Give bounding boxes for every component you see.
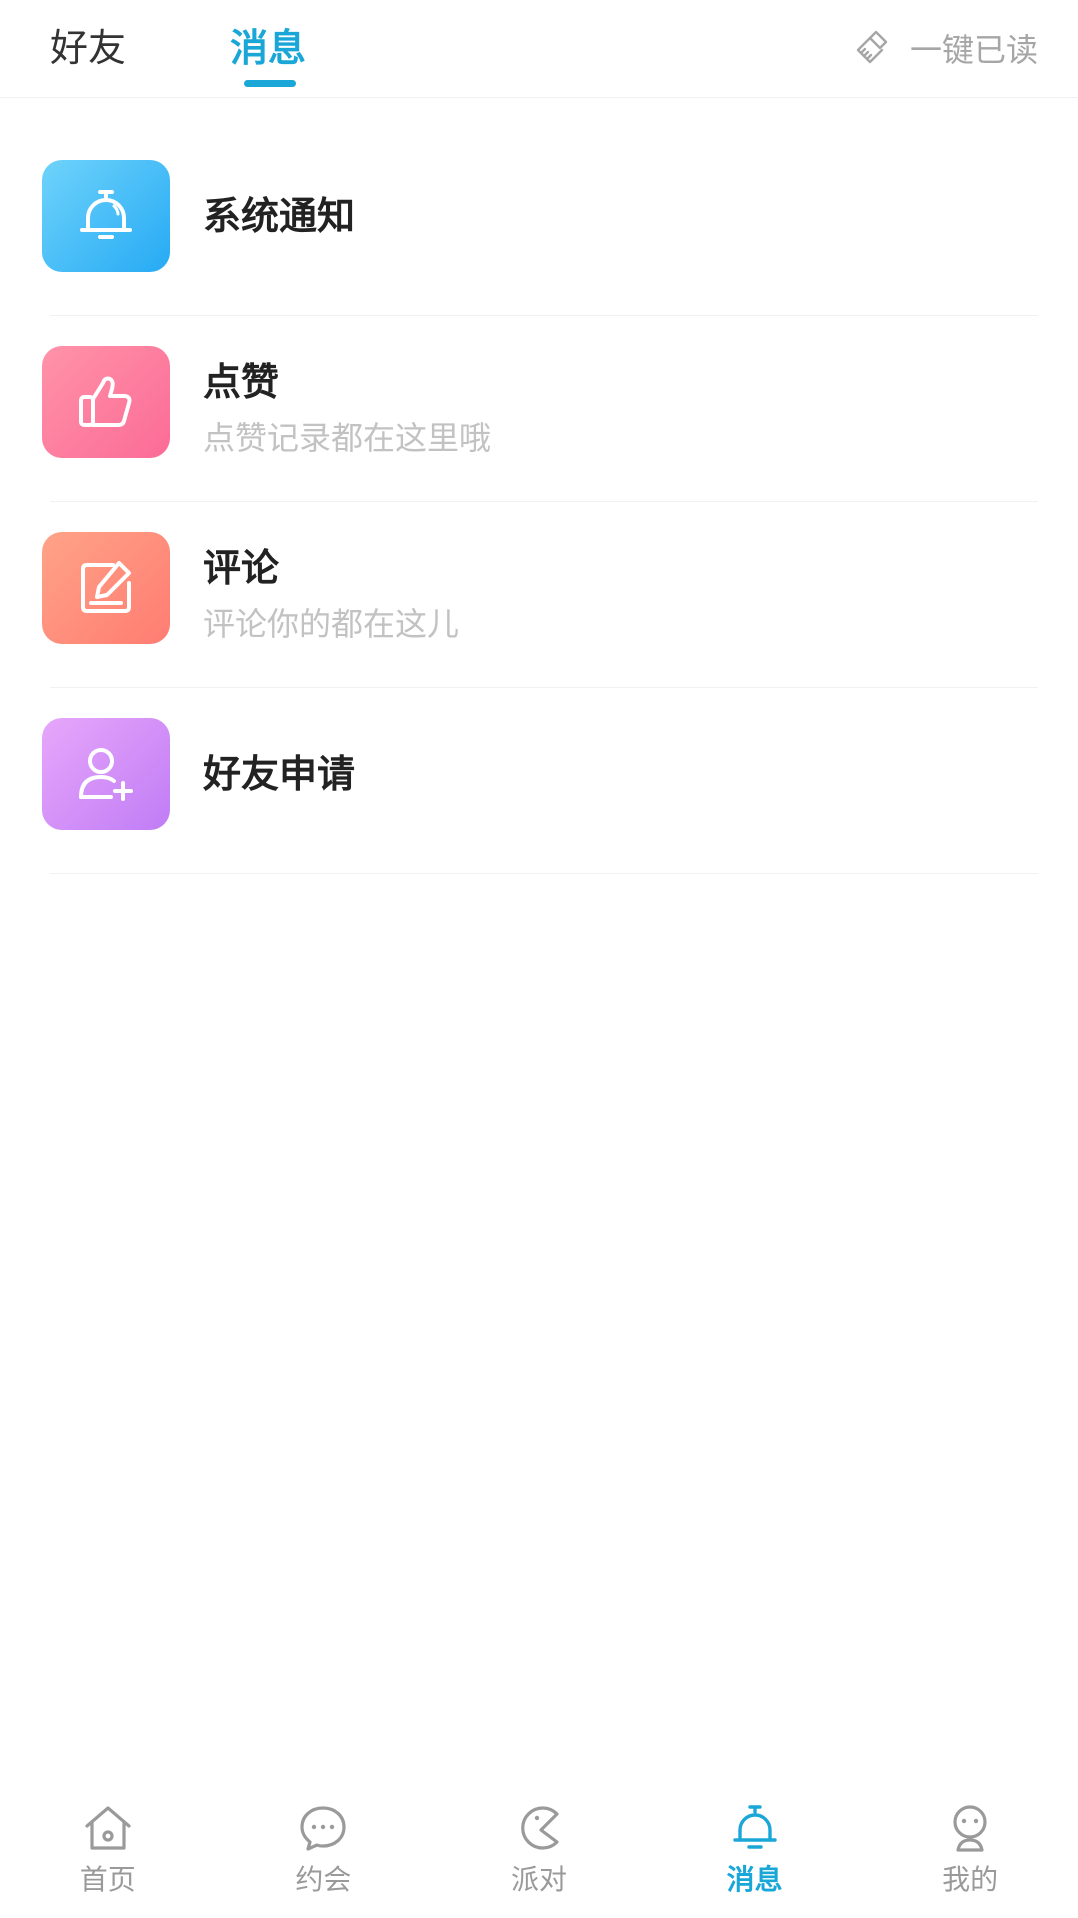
tab-messages[interactable]: 消息 xyxy=(230,22,306,74)
bell-icon xyxy=(732,1805,777,1849)
tab-friends[interactable]: 好友 xyxy=(50,22,126,74)
nav-item-profile[interactable]: 我的 xyxy=(862,1788,1078,1918)
divider xyxy=(50,873,1038,874)
nav-item-messages[interactable]: 消息 xyxy=(647,1788,863,1918)
nav-item-party[interactable]: 派对 xyxy=(431,1788,647,1918)
nav-label: 我的 xyxy=(942,1863,999,1896)
likes-icon-tile xyxy=(42,346,170,458)
nav-label: 约会 xyxy=(295,1863,352,1896)
top-header: 好友 消息 一键已读 xyxy=(0,0,1078,98)
list-item-title: 评论 xyxy=(203,546,280,590)
list-item-system-notice[interactable]: 系统通知 xyxy=(0,130,1078,316)
broom-icon xyxy=(856,30,888,64)
nav-label: 首页 xyxy=(79,1863,136,1896)
add-user-icon xyxy=(79,748,133,801)
nav-item-home[interactable]: 首页 xyxy=(0,1788,216,1918)
active-tab-indicator xyxy=(244,80,296,87)
nav-item-dating[interactable]: 约会 xyxy=(216,1788,432,1918)
edit-icon xyxy=(81,561,131,613)
message-category-list: 系统通知 点赞 点赞记录都在这里哦 评论 评论你的都在这儿 好友申请 xyxy=(0,130,1078,874)
nav-label: 派对 xyxy=(510,1863,567,1896)
pacman-icon xyxy=(521,1806,559,1850)
home-icon xyxy=(85,1806,131,1850)
list-item-title: 点赞 xyxy=(203,360,280,404)
list-item-comments[interactable]: 评论 评论你的都在这儿 xyxy=(0,502,1078,688)
profile-face-icon xyxy=(953,1805,987,1852)
thumbs-up-icon xyxy=(79,376,132,427)
bell-icon xyxy=(80,190,132,239)
comments-icon-tile xyxy=(42,532,170,644)
chat-bubble-icon xyxy=(300,1806,346,1851)
list-item-subtitle: 点赞记录都在这里哦 xyxy=(203,419,492,457)
mark-all-read-button[interactable]: 一键已读 xyxy=(852,22,1038,74)
friend-requests-icon-tile xyxy=(42,718,170,830)
bottom-navigation: 首页 约会 派对 消息 我的 xyxy=(0,1788,1078,1918)
list-item-title: 系统通知 xyxy=(203,194,356,238)
nav-label: 消息 xyxy=(726,1863,783,1896)
list-item-likes[interactable]: 点赞 点赞记录都在这里哦 xyxy=(0,316,1078,502)
mark-all-read-label: 一键已读 xyxy=(909,31,1038,69)
system-notice-icon-tile xyxy=(42,160,170,272)
list-item-title: 好友申请 xyxy=(203,752,356,796)
list-item-subtitle: 评论你的都在这儿 xyxy=(203,605,460,643)
list-item-friend-requests[interactable]: 好友申请 xyxy=(0,688,1078,874)
